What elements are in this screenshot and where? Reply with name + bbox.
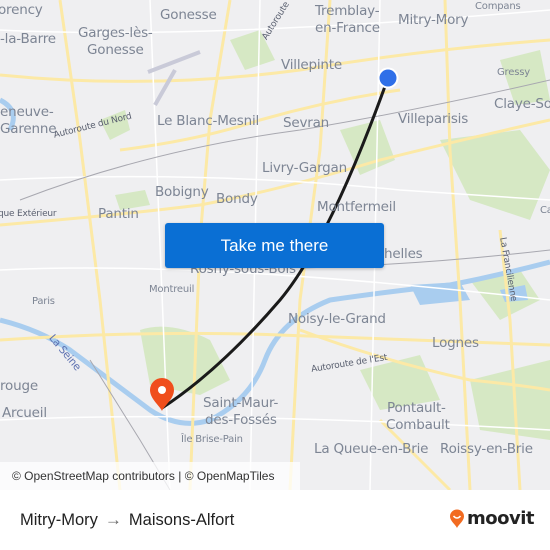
place-label: Saint-Maur- xyxy=(203,395,279,411)
place-label: Compans xyxy=(475,1,521,12)
place-label: helles xyxy=(384,246,423,262)
place-label: Paris xyxy=(32,296,55,307)
omt-attribution-link[interactable]: © OpenMapTiles xyxy=(185,469,275,483)
route-title: Mitry-Mory → Maisons-Alfort xyxy=(20,510,234,530)
place-label: Garenne xyxy=(0,121,57,137)
place-label: Sevran xyxy=(283,115,330,131)
place-label: Pantin xyxy=(98,206,139,222)
place-label: Le Blanc-Mesnil xyxy=(157,113,260,129)
place-label: eneuve- xyxy=(0,104,54,120)
moovit-wordmark: moovit xyxy=(467,508,535,529)
place-label: Mitry-Mory xyxy=(398,12,469,28)
place-label: Combault xyxy=(386,417,450,433)
place-label: Montfermeil xyxy=(317,199,396,215)
place-label: Claye-So xyxy=(494,96,550,112)
map-attribution: © OpenStreetMap contributors | © OpenMap… xyxy=(0,462,300,490)
attribution-separator: | xyxy=(174,469,185,483)
pin-dot-icon xyxy=(158,386,166,394)
place-label: des-Fossés xyxy=(205,412,277,428)
place-label: La Queue-en-Brie xyxy=(314,441,429,457)
footer: Mitry-Mory → Maisons-Alfort moovit xyxy=(0,490,550,550)
place-label: Pontault- xyxy=(387,400,446,416)
destination-name: Maisons-Alfort xyxy=(128,510,235,529)
place-label: Garges-lès- xyxy=(78,25,153,41)
place-label: Ca xyxy=(540,205,550,216)
origin-marker[interactable] xyxy=(376,66,400,90)
origin-name: Mitry-Mory xyxy=(20,510,98,529)
destination-marker[interactable] xyxy=(147,377,177,413)
place-label: rouge xyxy=(0,378,38,394)
place-label: Montreuil xyxy=(149,284,195,295)
place-label: en-France xyxy=(315,20,380,36)
place-label: -la-Barre xyxy=(0,31,56,47)
place-label: Bondy xyxy=(216,191,258,207)
moovit-pin-icon xyxy=(450,509,464,528)
place-label: Villepinte xyxy=(281,57,342,73)
arrow-right-icon: → xyxy=(104,510,122,529)
place-label: Roissy-en-Brie xyxy=(440,441,533,457)
place-label: Arcueil xyxy=(2,405,47,421)
place-label: Villeparisis xyxy=(398,111,469,127)
place-label: Noisy-le-Grand xyxy=(288,311,386,327)
place-label: Tremblay- xyxy=(315,3,380,19)
osm-attribution-link[interactable]: © OpenStreetMap contributors xyxy=(12,469,175,483)
place-label: Gonesse xyxy=(160,7,217,23)
place-label: Bobigny xyxy=(155,184,209,200)
road-label: que Extérieur xyxy=(0,209,57,219)
place-label: orency xyxy=(0,2,43,18)
place-label: Lognes xyxy=(432,335,479,351)
moovit-logo[interactable]: moovit xyxy=(449,508,535,529)
map[interactable]: orency Gonesse Tremblay- en-France Mitry… xyxy=(0,0,550,490)
take-me-there-button[interactable]: Take me there xyxy=(165,223,384,268)
place-label: Gonesse xyxy=(87,42,144,58)
place-label: Gressy xyxy=(497,67,530,78)
place-label: Livry-Gargan xyxy=(262,160,347,176)
place-label: Île Brise-Pain xyxy=(181,434,243,445)
